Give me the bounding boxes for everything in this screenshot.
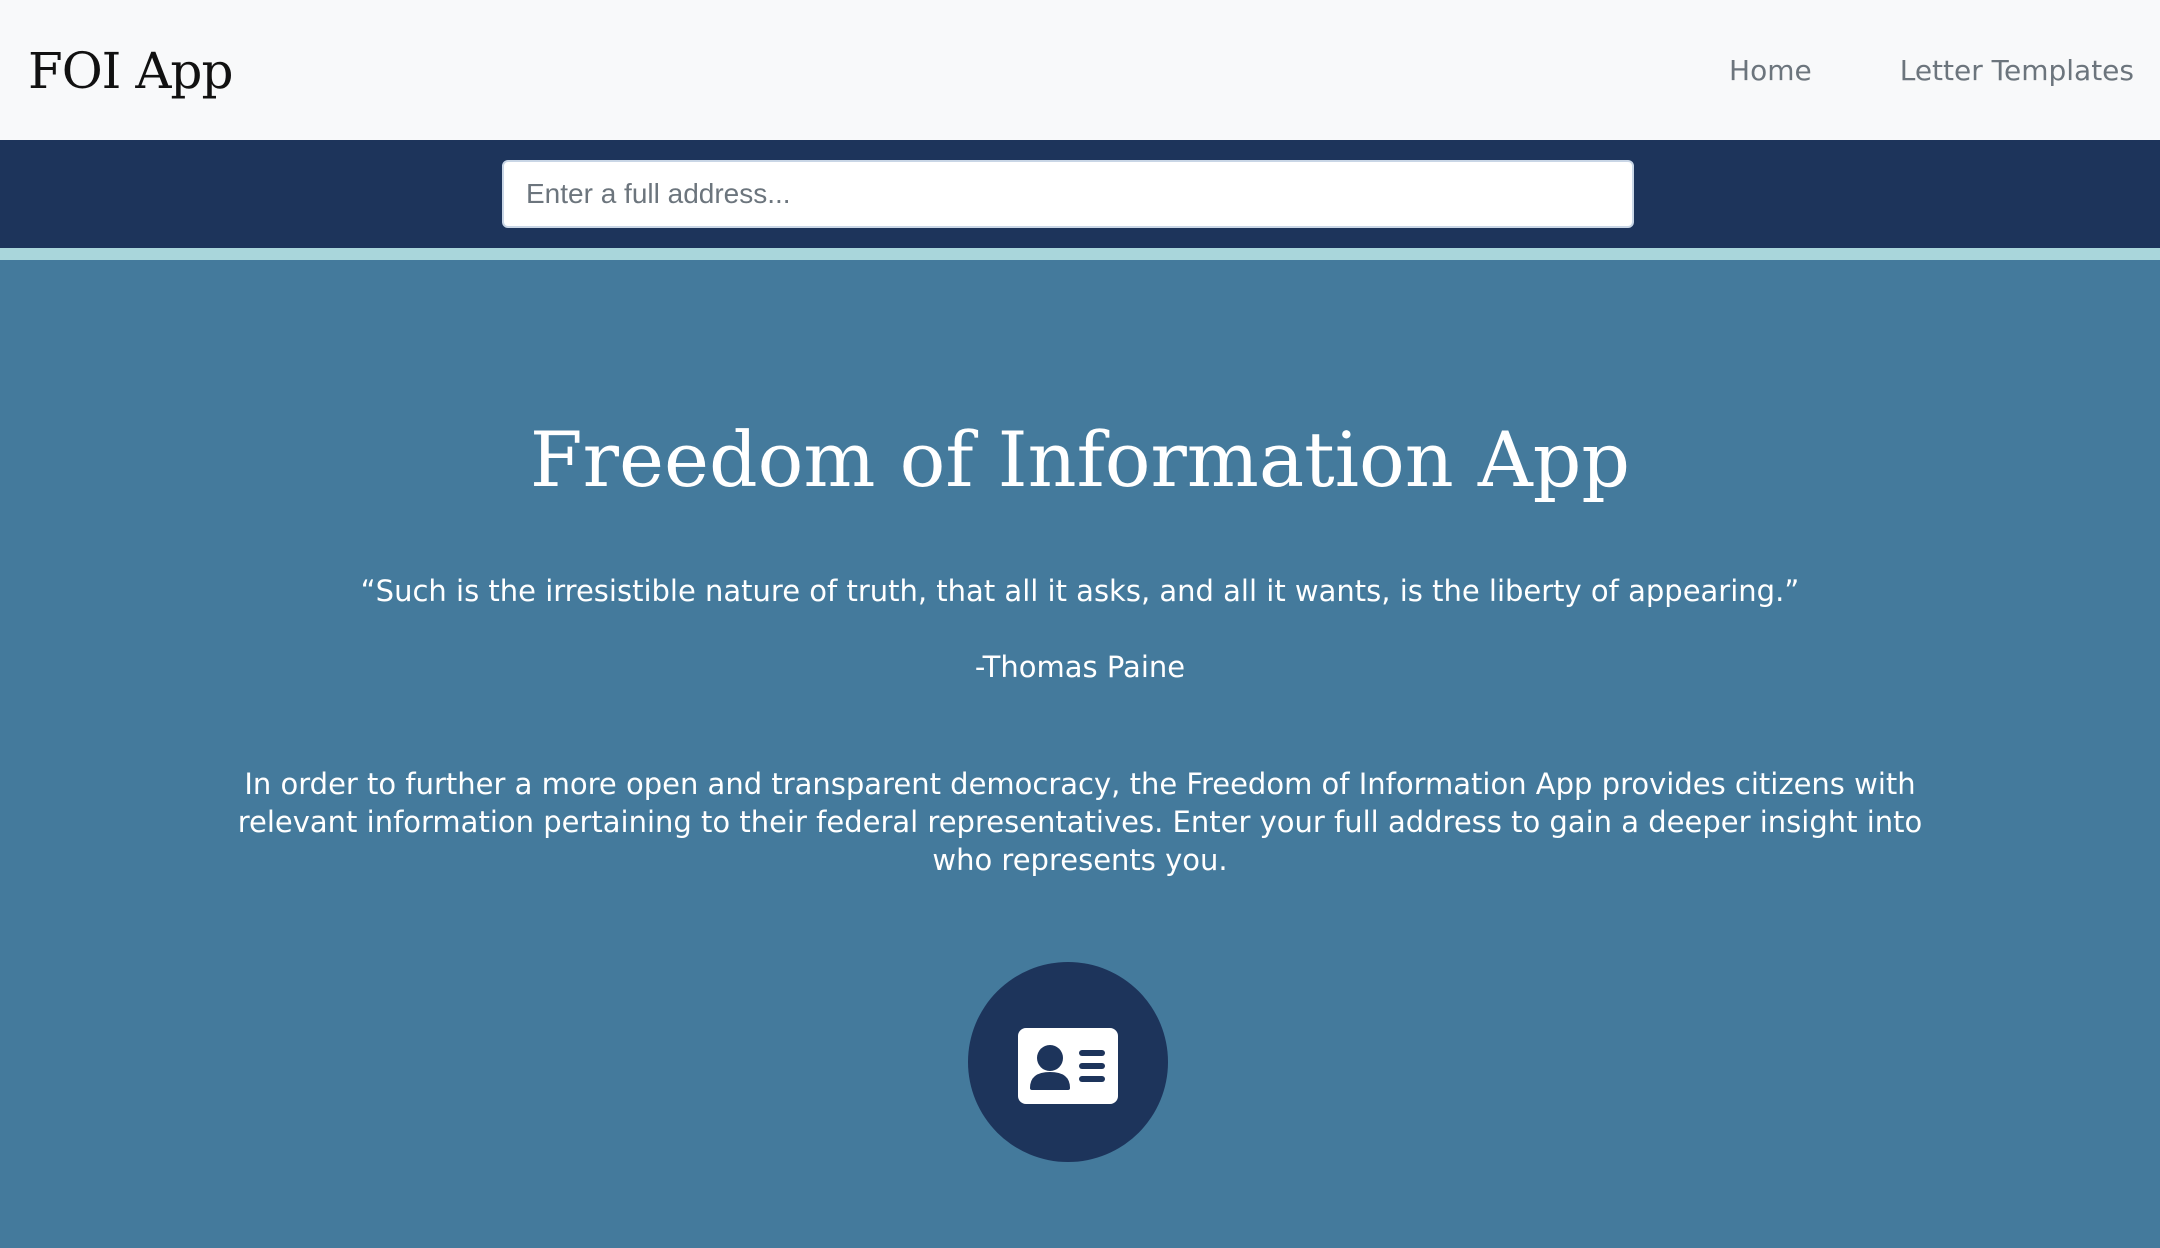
quote-text: “Such is the irresistible nature of trut…	[360, 574, 1800, 608]
hero-section: Freedom of Information App “Such is the …	[0, 260, 2160, 1248]
page-title: Freedom of Information App	[529, 415, 1631, 504]
nav-link-home[interactable]: Home	[1729, 50, 1812, 92]
id-card-icon	[1018, 1028, 1118, 1104]
brand-logo[interactable]: FOI App	[28, 36, 233, 106]
app-description: In order to further a more open and tran…	[237, 767, 1923, 877]
address-search-bar	[0, 140, 2160, 248]
nav-links: Home Letter Templates	[1729, 50, 2134, 92]
representative-card-button[interactable]	[968, 962, 1168, 1162]
nav-link-letter-templates[interactable]: Letter Templates	[1900, 50, 2134, 92]
quote-author: -Thomas Paine	[974, 650, 1186, 684]
top-navbar: FOI App Home Letter Templates	[0, 0, 2160, 140]
accent-divider	[0, 248, 2160, 260]
address-search-input[interactable]	[502, 160, 1634, 228]
